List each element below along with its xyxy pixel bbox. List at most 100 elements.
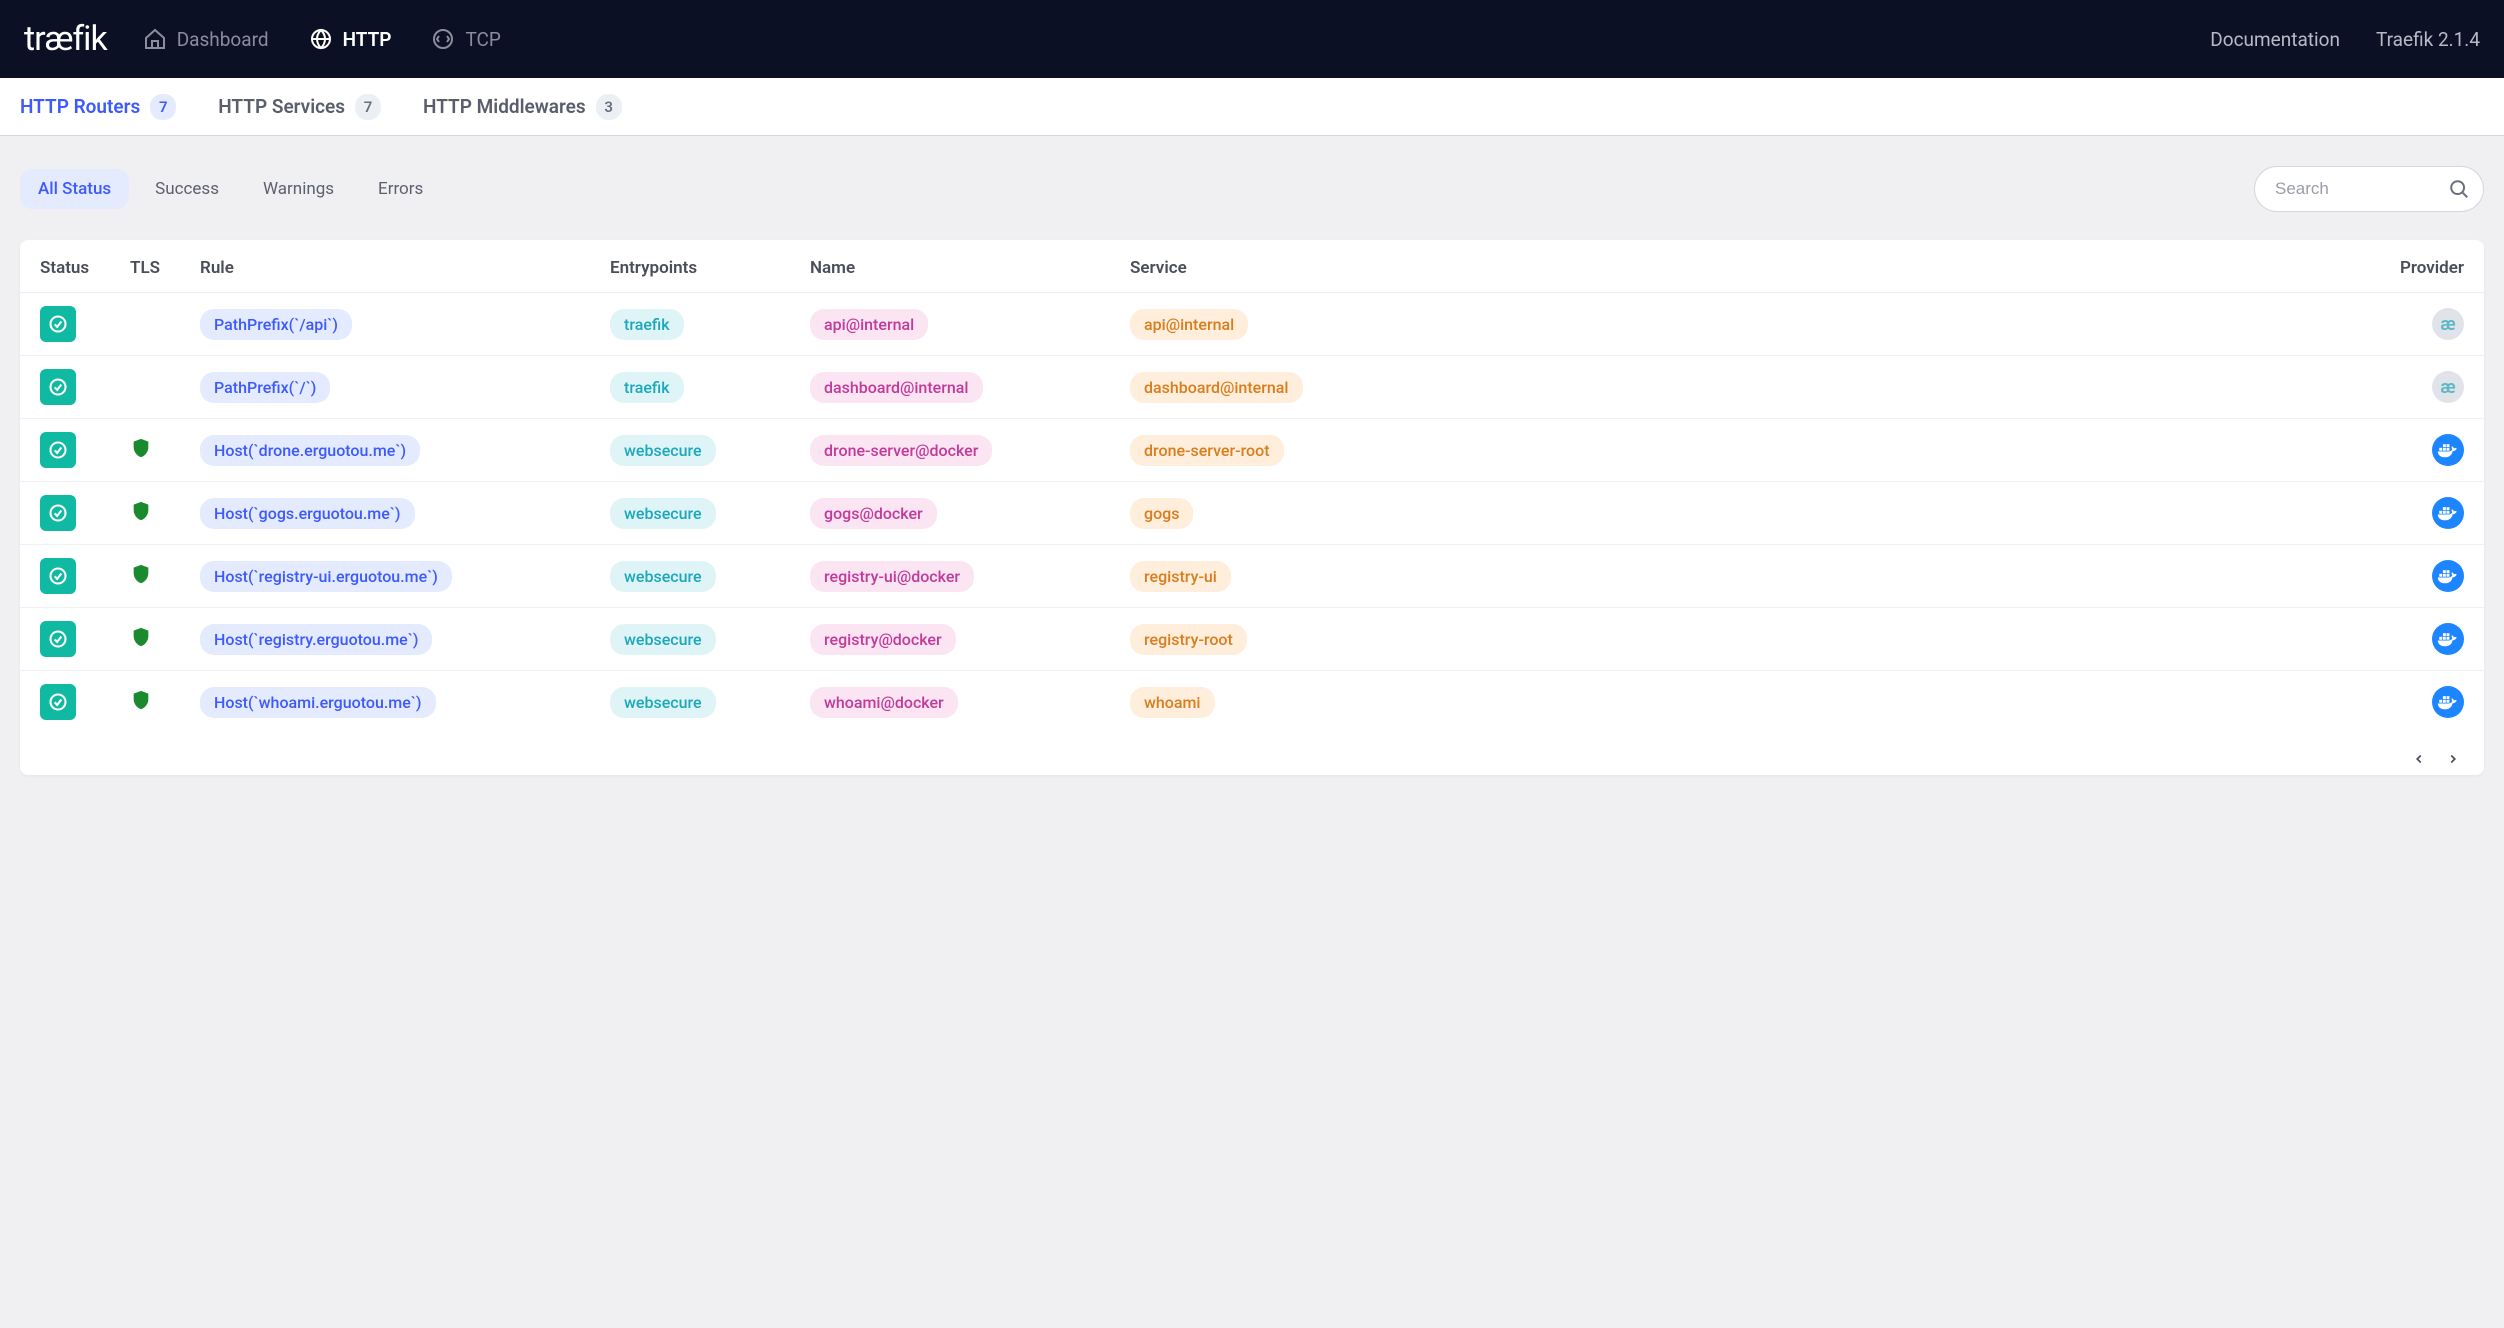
pagination	[20, 733, 2484, 775]
docs-link[interactable]: Documentation	[2210, 28, 2340, 51]
entrypoint-chip: traefik	[610, 309, 684, 340]
shield-icon	[130, 635, 152, 654]
chevron-right-icon	[2446, 752, 2460, 766]
primary-nav: Dashboard HTTP TCP	[143, 27, 2211, 51]
status-badge	[40, 432, 76, 468]
nav-right: Documentation Traefik 2.1.4	[2210, 28, 2480, 51]
subtab-label: HTTP Middlewares	[423, 95, 586, 118]
rule-chip: Host(`gogs.erguotou.me`)	[200, 498, 414, 529]
shield-icon	[130, 698, 152, 717]
page-prev[interactable]	[2412, 747, 2426, 771]
status-badge	[40, 558, 76, 594]
status-filter-errors[interactable]: Errors	[360, 169, 441, 209]
service-chip: registry-ui	[1130, 561, 1231, 592]
service-chip: gogs	[1130, 498, 1193, 529]
col-name[interactable]: Name	[790, 240, 1110, 293]
status-badge	[40, 684, 76, 720]
traefik-internal-icon: æ	[2432, 371, 2464, 403]
table-row[interactable]: Host(`registry-ui.erguotou.me`)websecure…	[20, 545, 2484, 608]
page-next[interactable]	[2446, 747, 2460, 771]
status-badge	[40, 369, 76, 405]
routers-table-card: Status TLS Rule Entrypoints Name Service…	[20, 240, 2484, 775]
search-box	[2254, 166, 2484, 212]
top-nav: træfik Dashboard HTTP TCP Documentation Tr…	[0, 0, 2504, 78]
logo[interactable]: træfik	[24, 19, 107, 59]
shield-icon	[130, 509, 152, 528]
nav-item-label: Dashboard	[177, 28, 269, 51]
service-chip: dashboard@internal	[1130, 372, 1302, 403]
rule-chip: PathPrefix(`/`)	[200, 372, 330, 403]
subtab-badge: 7	[150, 94, 176, 120]
name-chip: drone-server@docker	[810, 435, 992, 466]
service-chip: whoami	[1130, 687, 1214, 718]
name-chip: registry-ui@docker	[810, 561, 974, 592]
nav-item-dashboard[interactable]: Dashboard	[143, 27, 269, 51]
docker-icon	[2432, 686, 2464, 718]
rule-chip: Host(`registry.erguotou.me`)	[200, 624, 432, 655]
entrypoint-chip: websecure	[610, 624, 716, 655]
home-icon	[143, 27, 167, 51]
subtab-label: HTTP Routers	[20, 95, 140, 118]
table-row[interactable]: Host(`registry.erguotou.me`) websecure reg…	[20, 608, 2484, 671]
service-chip: drone-server-root	[1130, 435, 1284, 466]
nav-item-tcp[interactable]: TCP	[431, 27, 500, 51]
circle-arrows-icon	[431, 27, 455, 51]
check-circle-icon	[48, 440, 68, 460]
check-circle-icon	[48, 503, 68, 523]
entrypoint-chip: websecure	[610, 687, 716, 718]
name-chip: api@internal	[810, 309, 928, 340]
subtab-http-middlewares[interactable]: HTTP Middlewares 3	[423, 94, 622, 120]
traefik-internal-icon: æ	[2432, 308, 2464, 340]
entrypoint-chip: websecure	[610, 435, 716, 466]
service-chip: registry-root	[1130, 624, 1247, 655]
table-row[interactable]: Host(`gogs.erguotou.me`)websecuregogs@do…	[20, 482, 2484, 545]
globe-icon	[309, 27, 333, 51]
table-row[interactable]: PathPrefix(`/`) traefik dashboard@internal…	[20, 356, 2484, 419]
nav-item-http[interactable]: HTTP	[309, 27, 392, 51]
col-service[interactable]: Service	[1110, 240, 1410, 293]
status-filter-all-status[interactable]: All Status	[20, 169, 129, 209]
shield-icon	[130, 446, 152, 465]
status-filters: All StatusSuccessWarningsErrors	[20, 169, 441, 209]
check-circle-icon	[48, 566, 68, 586]
col-status[interactable]: Status	[20, 240, 110, 293]
shield-icon	[130, 572, 152, 591]
filter-row: All StatusSuccessWarningsErrors	[20, 166, 2484, 212]
docker-icon	[2432, 434, 2464, 466]
table-row[interactable]: Host(`whoami.erguotou.me`) websecure whoam…	[20, 671, 2484, 734]
subtab-http-routers[interactable]: HTTP Routers 7	[20, 94, 176, 120]
rule-chip: Host(`registry-ui.erguotou.me`)	[200, 561, 452, 592]
subtab-label: HTTP Services	[218, 95, 345, 118]
status-filter-success[interactable]: Success	[137, 169, 237, 209]
docker-icon	[2432, 560, 2464, 592]
status-badge	[40, 495, 76, 531]
logo-text: træfik	[24, 19, 107, 59]
nav-item-label: TCP	[465, 28, 500, 51]
sub-tabs: HTTP Routers 7 HTTP Services7 HTTP Middlewa…	[0, 78, 2504, 136]
version-label[interactable]: Traefik 2.1.4	[2376, 28, 2480, 51]
chevron-left-icon	[2412, 752, 2426, 766]
check-circle-icon	[48, 629, 68, 649]
name-chip: whoami@docker	[810, 687, 958, 718]
status-filter-warnings[interactable]: Warnings	[245, 169, 352, 209]
table-row[interactable]: PathPrefix(`/api`) traefik api@internal api…	[20, 293, 2484, 356]
check-circle-icon	[48, 692, 68, 712]
entrypoint-chip: traefik	[610, 372, 684, 403]
rule-chip: Host(`whoami.erguotou.me`)	[200, 687, 436, 718]
col-provider[interactable]: Provider	[1410, 240, 2484, 293]
table-row[interactable]: Host(`drone.erguotou.me`)websecuredrone-…	[20, 419, 2484, 482]
name-chip: gogs@docker	[810, 498, 937, 529]
service-chip: api@internal	[1130, 309, 1248, 340]
subtab-badge: 3	[596, 94, 622, 120]
rule-chip: PathPrefix(`/api`)	[200, 309, 352, 340]
col-tls[interactable]: TLS	[110, 240, 180, 293]
docker-icon	[2432, 623, 2464, 655]
nav-item-label: HTTP	[343, 28, 392, 51]
name-chip: registry@docker	[810, 624, 956, 655]
col-rule[interactable]: Rule	[180, 240, 590, 293]
content-area: All StatusSuccessWarningsErrors Status T…	[0, 136, 2504, 795]
col-entrypoints[interactable]: Entrypoints	[590, 240, 790, 293]
status-badge	[40, 306, 76, 342]
docker-icon	[2432, 497, 2464, 529]
subtab-http-services[interactable]: HTTP Services7	[218, 94, 381, 120]
